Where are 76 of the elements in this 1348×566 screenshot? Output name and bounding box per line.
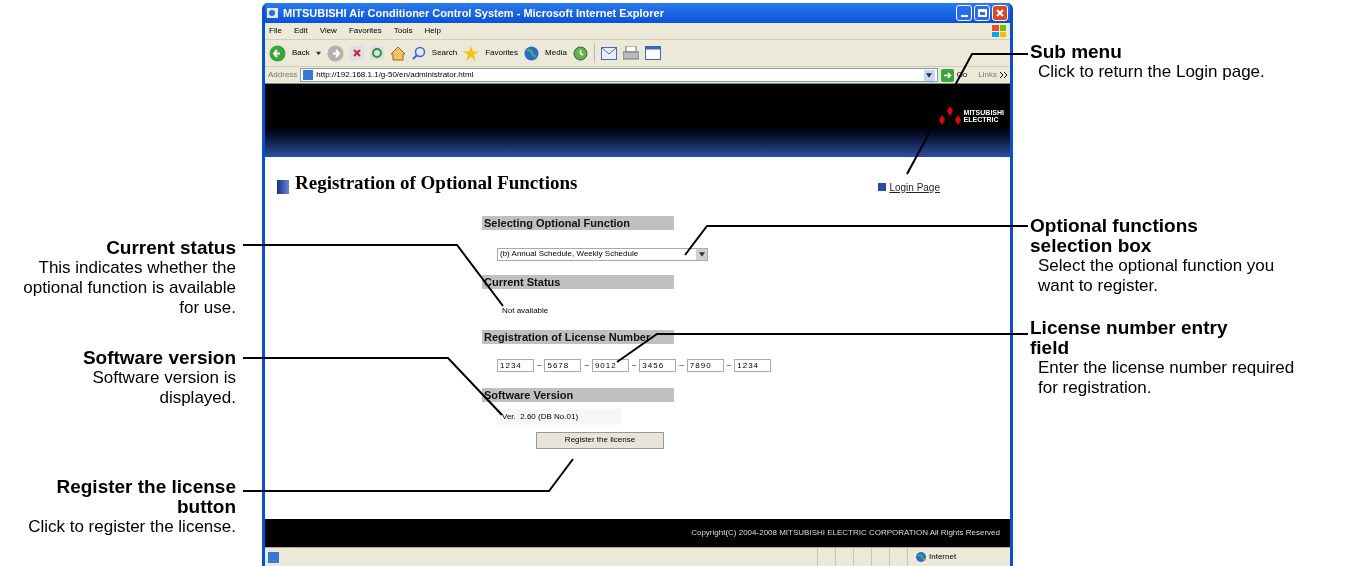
callout-title: Current status	[106, 238, 236, 258]
menu-item[interactable]: Tools	[393, 25, 413, 37]
menu-item[interactable]: Favorites	[348, 25, 382, 37]
section-header: Selecting Optional Function	[482, 215, 674, 230]
maximize-button[interactable]	[974, 5, 990, 21]
search-button[interactable]: Search	[431, 47, 458, 59]
version-text: Ver. 2.60 (DB No.01)	[496, 408, 621, 425]
printer-icon[interactable]	[622, 45, 639, 61]
chevron-icon[interactable]	[1000, 72, 1007, 78]
license-input-field[interactable]: 5678	[544, 358, 582, 372]
page-icon	[268, 551, 279, 563]
separator-text: –	[726, 359, 732, 371]
globe-icon	[916, 552, 926, 562]
callout-title: Optional functions selection box	[1030, 216, 1199, 256]
dropdown-arrow-icon[interactable]	[926, 72, 933, 78]
globe-icon[interactable]	[524, 45, 540, 61]
menu-item[interactable]: File	[269, 25, 282, 37]
go-arrow-icon[interactable]	[940, 68, 954, 82]
dropdown-arrow-icon[interactable]	[698, 251, 705, 257]
menu-item[interactable]: Help	[424, 25, 441, 37]
separator-text: –	[631, 359, 637, 371]
callout-description: Enter the license number required for registration.	[1037, 358, 1296, 398]
edit-window-icon[interactable]	[644, 46, 661, 60]
history-icon[interactable]	[572, 45, 588, 61]
back-button[interactable]: Back	[292, 47, 310, 59]
callout-title: Register the license button	[55, 477, 236, 517]
window-title: MITSUBISHI Air Conditioner Control System - Microsoft Internet Explorer	[283, 5, 664, 21]
stop-icon[interactable]	[349, 46, 364, 60]
callout-title: Software version	[82, 348, 236, 368]
separator-text: –	[537, 359, 542, 371]
callout-description: Click to register the license.	[28, 517, 236, 537]
license-input-field[interactable]: 1234	[734, 358, 772, 372]
mail-icon[interactable]	[600, 46, 617, 60]
callout-title: Sub menu	[1030, 42, 1122, 62]
zone-text: Internet	[929, 551, 957, 563]
page-icon	[303, 70, 314, 80]
section-header: Current Status	[482, 274, 674, 289]
menu-item[interactable]: View	[319, 25, 337, 37]
media-button[interactable]: Media	[545, 47, 567, 59]
separator-text: –	[584, 359, 589, 371]
separator-text: –	[679, 359, 684, 371]
function-dropdown[interactable]: (b) Annual Schedule, Weekly Schedule	[497, 247, 708, 261]
callout-description: This indicates whether the optional function is available for use.	[22, 258, 236, 318]
menu-item[interactable]: Edit	[293, 25, 308, 37]
callout-title: License number entry field	[1030, 318, 1229, 358]
favorites-button[interactable]: Favorites	[485, 47, 519, 59]
browser-app-icon	[267, 7, 279, 19]
license-input-field[interactable]: 9012	[591, 358, 629, 372]
address-field[interactable]: http://192.168.1.1/g-50/en/administrator.html	[300, 68, 938, 82]
home-icon[interactable]	[389, 45, 406, 61]
copyright-text: Copyright(C) 2004-2008 MITSUBISHI ELECTRIC CORPORATION All Rights Reserved	[691, 527, 1000, 539]
three-diamonds-logo-icon	[938, 106, 961, 125]
status-text: Not available	[502, 304, 550, 317]
section-header: Software Version	[482, 387, 674, 402]
license-input-field[interactable]: 1234	[497, 358, 534, 372]
license-input-field[interactable]: 3456	[639, 358, 677, 372]
register-license-button[interactable]: Register the license	[536, 431, 664, 449]
minimize-button[interactable]	[956, 5, 972, 21]
page-title: Registration of Optional Functions	[295, 171, 578, 195]
callout-description: Select the optional function you want to register.	[1037, 256, 1276, 296]
windows-flag-icon	[992, 25, 1006, 37]
search-icon[interactable]	[411, 46, 426, 60]
callout-description: Click to return the Login page.	[1037, 62, 1265, 82]
refresh-icon[interactable]	[369, 46, 384, 60]
close-icon	[996, 9, 1004, 17]
star-icon[interactable]	[463, 45, 480, 61]
link-square-icon	[878, 183, 887, 191]
address-label: Address	[268, 69, 298, 81]
links-button[interactable]: Links	[978, 69, 997, 81]
caret-icon[interactable]	[315, 50, 321, 56]
login-page-link[interactable]: Login Page	[889, 179, 940, 195]
callout-description: Software version is displayed.	[91, 368, 236, 408]
license-input-field[interactable]: 7890	[686, 358, 724, 372]
title-square-icon	[277, 179, 289, 194]
close-button[interactable]	[992, 5, 1008, 21]
section-header: Registration of License Number	[482, 329, 674, 344]
